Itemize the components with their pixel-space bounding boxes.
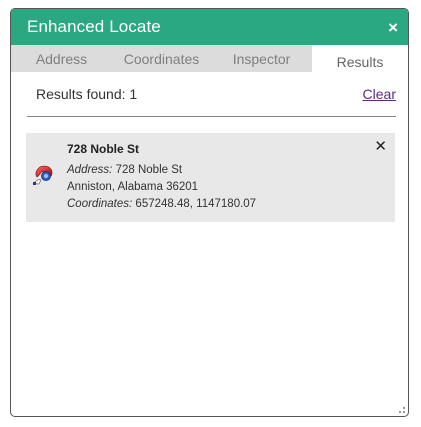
coordinates-label: Coordinates:: [67, 198, 133, 210]
tab-inspector[interactable]: Inspector: [211, 45, 312, 72]
result-item[interactable]: ✕ 728 Noble St Address: 728 Noble St Ann…: [26, 133, 395, 222]
tab-coordinates[interactable]: Coordinates: [112, 45, 211, 72]
address-line1: 728 Noble St: [115, 164, 183, 176]
clear-results-link[interactable]: Clear: [363, 86, 396, 102]
results-count: Results found: 1: [36, 86, 138, 102]
tab-bar: Address Coordinates Inspector Results: [11, 45, 408, 72]
panel-title: Enhanced Locate: [27, 17, 161, 36]
result-city-line: Anniston, Alabama 36201: [67, 181, 199, 193]
close-panel-icon[interactable]: ×: [388, 19, 398, 36]
resize-grip-icon[interactable]: [396, 404, 406, 414]
tab-address[interactable]: Address: [11, 45, 112, 72]
coordinates-value: 657248.48, 1147180.07: [135, 198, 257, 210]
enhanced-locate-panel: Enhanced Locate × Address Coordinates In…: [10, 8, 409, 417]
zoom-to-location-icon[interactable]: [30, 163, 56, 187]
results-header: Results found: 1 Clear: [11, 72, 408, 116]
tab-results[interactable]: Results: [312, 45, 408, 72]
remove-result-icon[interactable]: ✕: [374, 137, 387, 155]
panel-titlebar: Enhanced Locate ×: [11, 9, 408, 45]
result-coordinates-line: Coordinates: 657248.48, 1147180.07: [67, 196, 385, 213]
address-label: Address:: [67, 164, 113, 176]
result-address-line: Address: 728 Noble St: [67, 162, 385, 179]
result-title: 728 Noble St: [67, 142, 140, 156]
results-divider: [27, 116, 396, 117]
